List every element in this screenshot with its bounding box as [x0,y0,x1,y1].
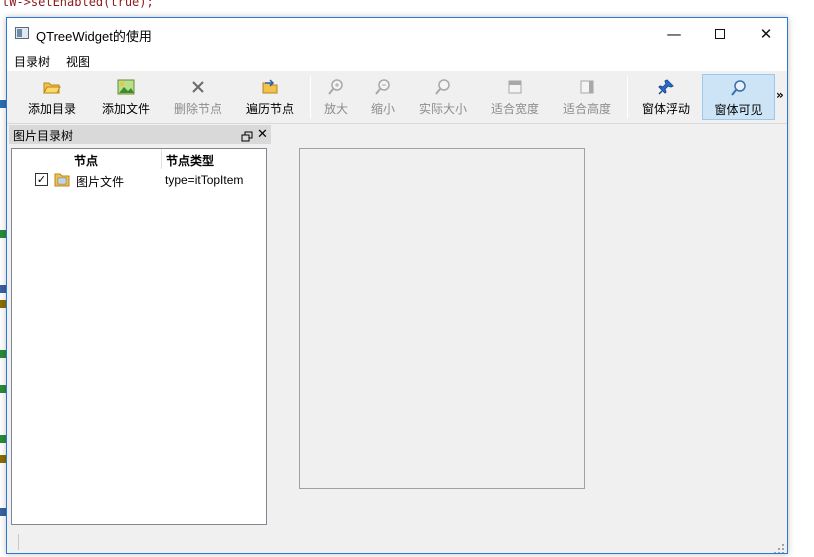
pin-icon [657,79,675,95]
background-code-text: tW->setEnabled(true); [2,0,154,9]
window-title: QTreeWidget的使用 [36,29,152,44]
zoom-out-label: 缩小 [370,102,395,116]
add-folder-label: 添加目录 [27,102,76,116]
image-display-area[interactable] [299,148,585,489]
dock-visible-label: 窗体可见 [714,103,763,117]
dock-float-icon[interactable] [241,128,253,142]
maximize-icon [715,28,725,39]
dock-title: 图片目录树 [13,129,74,143]
add-folder-button[interactable]: 添加目录 [19,74,85,120]
menu-bar: 目录树 视图 [7,49,787,71]
fit-height-button[interactable]: 适合高度 [554,74,620,120]
delete-node-label: 删除节点 [173,102,222,116]
background-code-line: tW->setEnabled(true); [2,0,154,9]
toolbar: 添加目录 添加文件 删除节点 遍历节点 放大 缩小 实际大小 适合宽度 适合高度… [7,72,787,123]
traverse-nodes-label: 遍历节点 [245,102,294,116]
node-checkbox[interactable]: ✓ [35,173,48,186]
tree-row[interactable]: ✓ 图片文件 type=itTopItem [12,170,266,190]
dock-visible-button[interactable]: 窗体可见 [702,74,775,120]
zoom-out-button[interactable]: 缩小 [364,74,402,120]
size-grip-icon[interactable] [773,540,785,553]
dock-title-bar[interactable]: 图片目录树 ✕ [9,125,271,144]
fit-height-label: 适合高度 [562,102,611,116]
minimize-icon: — [666,24,682,43]
column-divider[interactable] [161,149,162,169]
actual-size-icon [434,79,452,95]
add-file-label: 添加文件 [101,102,150,116]
fit-width-label: 适合宽度 [490,102,539,116]
folder-open-icon [43,79,61,95]
node-name: 图片文件 [76,175,125,189]
fit-width-button[interactable]: 适合宽度 [482,74,548,120]
actual-size-label: 实际大小 [418,102,467,116]
toolbar-separator [627,76,628,118]
column-header-node-type[interactable]: 节点类型 [166,152,214,169]
zoom-in-icon [327,79,345,95]
zoom-out-icon [374,79,392,95]
main-window: QTreeWidget的使用 — ✕ 目录树 视图 添加目录 添加文件 删除节点… [6,17,788,554]
traverse-icon [261,79,279,95]
traverse-nodes-button[interactable]: 遍历节点 [237,74,303,120]
toolbar-separator [310,76,311,118]
title-bar[interactable]: QTreeWidget的使用 — ✕ [7,18,787,49]
image-file-icon [117,79,135,95]
add-file-button[interactable]: 添加文件 [93,74,159,120]
status-separator [18,534,19,550]
status-bar [7,528,787,553]
dock-close-icon[interactable]: ✕ [257,125,268,144]
maximize-button[interactable] [697,18,743,49]
close-icon: ✕ [759,24,773,43]
column-header-node[interactable]: 节点 [74,152,98,169]
delete-node-button[interactable]: 删除节点 [165,74,231,120]
node-type: type=itTopItem [165,173,244,187]
close-button[interactable]: ✕ [743,18,787,49]
toolbar-extension-button[interactable]: » [776,88,784,102]
zoom-in-label: 放大 [323,102,348,116]
magnifier-icon [730,80,748,96]
toolbar-divider [7,123,787,124]
menu-view[interactable]: 视图 [66,53,90,70]
dock-float-label: 窗体浮动 [641,102,690,116]
zoom-in-button[interactable]: 放大 [317,74,355,120]
actual-size-button[interactable]: 实际大小 [410,74,476,120]
menu-directory-tree[interactable]: 目录树 [14,53,50,70]
minimize-button[interactable]: — [651,18,697,49]
delete-x-icon [189,79,207,95]
image-folder-icon [54,172,70,187]
fit-height-icon [578,79,596,95]
dock-float-button[interactable]: 窗体浮动 [633,74,699,120]
app-window-icon [15,27,29,39]
fit-width-icon [506,79,524,95]
directory-tree[interactable]: 节点 节点类型 ✓ 图片文件 type=itTopItem [11,148,267,525]
tree-header: 节点 节点类型 [12,149,266,169]
